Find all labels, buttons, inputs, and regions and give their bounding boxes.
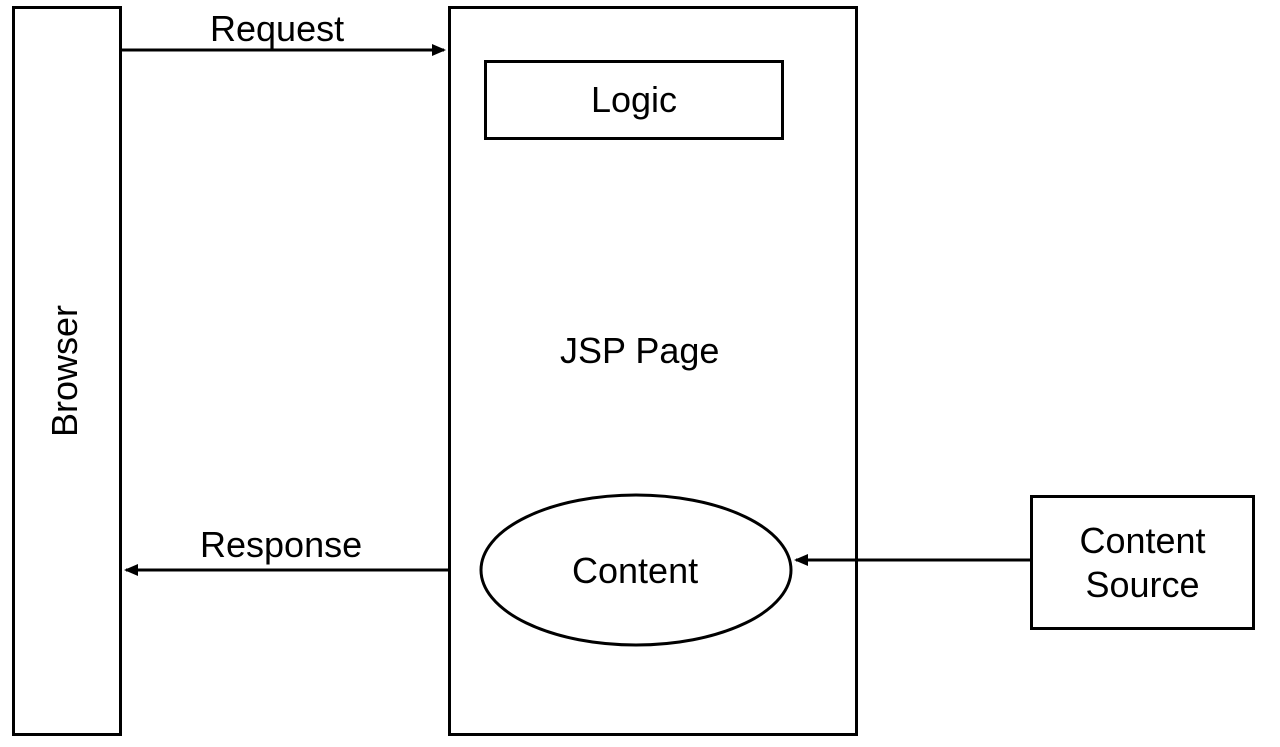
browser-label: Browser [44, 301, 86, 441]
logic-box: Logic [484, 60, 784, 140]
diagram-canvas: Browser Logic JSP Page Content Content S… [0, 0, 1280, 747]
content-source-box: Content Source [1030, 495, 1255, 630]
content-source-line1: Content [1079, 519, 1205, 562]
request-label: Request [210, 8, 344, 50]
content-source-line2: Source [1085, 563, 1199, 606]
response-label: Response [200, 524, 362, 566]
logic-label: Logic [591, 79, 677, 121]
jsp-page-label: JSP Page [560, 330, 719, 372]
content-label: Content [572, 550, 698, 592]
